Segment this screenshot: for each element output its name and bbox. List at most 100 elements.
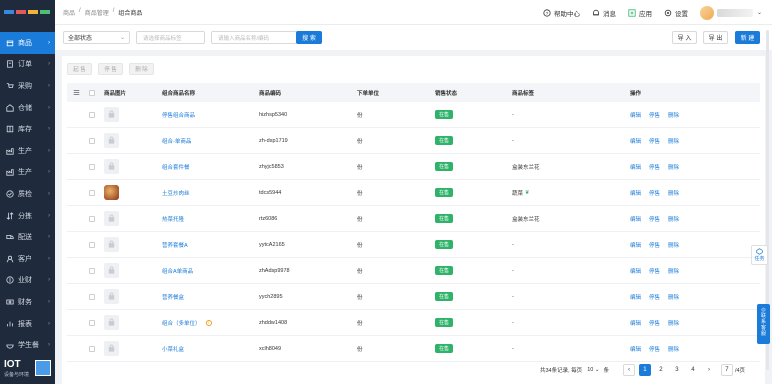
stop-sale-button[interactable]: 停售 <box>649 241 660 249</box>
sidebar-item-13[interactable]: 报表 › <box>0 313 55 335</box>
edit-button[interactable]: 编辑 <box>630 319 641 327</box>
edit-button[interactable]: 编辑 <box>630 215 641 223</box>
apps-link[interactable]: 应用 <box>628 8 652 18</box>
avatar[interactable] <box>699 5 714 20</box>
stop-sale-button[interactable]: 停售 <box>649 137 660 145</box>
sidebar-item-0[interactable]: 商品 › <box>0 32 55 54</box>
edit-button[interactable]: 编辑 <box>630 241 641 249</box>
delete-button[interactable]: 删除 <box>668 137 679 145</box>
delete-button[interactable]: 删除 <box>668 319 679 327</box>
chevron-down-icon[interactable]: ⌄ <box>757 9 762 16</box>
customer-service-widget[interactable]: ◎ 联系客服 <box>757 304 770 344</box>
stop-sale-button[interactable]: 停售 <box>649 189 660 197</box>
page-size-select[interactable]: 10 ⌄ <box>587 367 599 373</box>
page-4[interactable]: 4 <box>687 364 699 376</box>
row-checkbox[interactable] <box>89 215 95 222</box>
page-2[interactable]: 2 <box>655 364 667 376</box>
row-checkbox[interactable] <box>89 241 95 248</box>
sidebar-item-2[interactable]: 采购 › <box>0 75 55 97</box>
user-name-blurred[interactable] <box>716 8 753 17</box>
delete-button[interactable]: 删除 <box>668 241 679 249</box>
goto-page-input[interactable]: 7 <box>720 363 733 376</box>
delete-button[interactable]: 删除 <box>668 267 679 275</box>
delete-button[interactable]: 删除 <box>668 293 679 301</box>
stop-sale-button[interactable]: 停售 <box>649 345 660 353</box>
messages-link[interactable]: 消息 <box>592 8 616 18</box>
sidebar-item-8[interactable]: 分拣 › <box>0 205 55 227</box>
column-settings-icon[interactable] <box>73 83 80 102</box>
product-name-link[interactable]: 小菜礼盒 <box>162 345 184 353</box>
row-checkbox[interactable] <box>89 319 95 326</box>
breadcrumb-item[interactable]: 商品管理 <box>85 8 109 17</box>
sidebar-item-10[interactable]: 客户 › <box>0 248 55 270</box>
product-name-link[interactable]: 营养套餐A <box>162 241 188 249</box>
sidebar-item-6[interactable]: 生产 › <box>0 162 55 184</box>
delete-button[interactable]: 删除 <box>668 189 679 197</box>
stop-sale-button[interactable]: 停售 <box>649 267 660 275</box>
import-button[interactable]: 导 入 <box>672 31 697 44</box>
select-all-checkbox[interactable] <box>89 89 95 96</box>
row-checkbox[interactable] <box>89 267 95 274</box>
sidebar-item-9[interactable]: 配送 › <box>0 226 55 248</box>
tag-select[interactable]: 请选择商品标签 <box>136 31 205 44</box>
product-name-link[interactable]: 组合套件餐 <box>162 163 190 171</box>
prev-page-button[interactable]: ‹ <box>622 363 635 376</box>
delete-button[interactable]: 删除 <box>668 111 679 119</box>
bulk-stop-sale-button[interactable]: 停 售 <box>98 63 123 75</box>
status-select[interactable]: 全部状态 ⌄ <box>63 31 130 44</box>
page-1[interactable]: 1 <box>638 363 651 376</box>
edit-button[interactable]: 编辑 <box>630 163 641 171</box>
stop-sale-button[interactable]: 停售 <box>649 293 660 301</box>
sidebar-item-14[interactable]: 学生餐 › <box>0 334 55 356</box>
sidebar-item-7[interactable]: 质检 › <box>0 183 55 205</box>
sidebar-item-12[interactable]: 财务 › <box>0 291 55 313</box>
help-center-link[interactable]: ? 帮助中心 <box>543 8 580 18</box>
info-icon[interactable]: ! <box>205 319 212 326</box>
bulk-delete-button[interactable]: 删 除 <box>129 63 154 75</box>
edit-button[interactable]: 编辑 <box>630 189 641 197</box>
breadcrumb: 商品 / 商品管理 / 组合商品 <box>63 8 142 17</box>
row-checkbox[interactable] <box>89 293 95 300</box>
product-name-link[interactable]: 热菜托隆 <box>162 215 184 223</box>
delete-button[interactable]: 删除 <box>668 163 679 171</box>
settings-link[interactable]: 设置 <box>664 8 688 18</box>
edit-button[interactable]: 编辑 <box>630 293 641 301</box>
row-checkbox[interactable] <box>89 111 95 118</box>
task-widget[interactable]: 任务 <box>751 245 768 265</box>
delete-button[interactable]: 删除 <box>668 345 679 353</box>
product-name-link[interactable]: 组合-单商品 <box>162 137 191 145</box>
edit-button[interactable]: 编辑 <box>630 111 641 119</box>
row-checkbox[interactable] <box>89 345 95 352</box>
stop-sale-button[interactable]: 停售 <box>649 319 660 327</box>
row-checkbox[interactable] <box>89 189 95 196</box>
keyword-input[interactable]: 请输入商品名称/编码 <box>211 31 297 44</box>
sidebar-item-11[interactable]: 业财 › <box>0 270 55 292</box>
stop-sale-button[interactable]: 停售 <box>649 215 660 223</box>
bulk-on-sale-button[interactable]: 起 售 <box>67 63 92 75</box>
sidebar-item-4[interactable]: 库存 › <box>0 118 55 140</box>
page-3[interactable]: 3 <box>671 364 683 376</box>
delete-button[interactable]: 删除 <box>668 215 679 223</box>
sidebar-item-5[interactable]: 生产 › <box>0 140 55 162</box>
product-image[interactable] <box>104 185 119 200</box>
sidebar-item-3[interactable]: 仓储 › <box>0 97 55 119</box>
export-button[interactable]: 导 出 <box>703 31 728 44</box>
row-checkbox[interactable] <box>89 163 95 170</box>
product-name-link[interactable]: 停售组合商品 <box>162 111 195 119</box>
iot-entry[interactable]: IOT 设备与环境 <box>0 356 55 384</box>
stop-sale-button[interactable]: 停售 <box>649 163 660 171</box>
edit-button[interactable]: 编辑 <box>630 137 641 145</box>
next-page-button[interactable]: › <box>703 364 715 376</box>
edit-button[interactable]: 编辑 <box>630 345 641 353</box>
search-button[interactable]: 搜 索 <box>296 31 322 44</box>
row-checkbox[interactable] <box>89 137 95 144</box>
product-name-link[interactable]: 土豆炒肉丝 <box>162 189 190 197</box>
stop-sale-button[interactable]: 停售 <box>649 111 660 119</box>
edit-button[interactable]: 编辑 <box>630 267 641 275</box>
new-button[interactable]: 新 建 <box>735 31 760 44</box>
sidebar-item-1[interactable]: 订单 › <box>0 54 55 76</box>
product-name-link[interactable]: 组合（多单位） <box>162 319 201 327</box>
product-name-link[interactable]: 组合A单商品 <box>162 267 193 275</box>
breadcrumb-item[interactable]: 商品 <box>63 8 75 17</box>
product-name-link[interactable]: 营养餐盒 <box>162 293 184 301</box>
